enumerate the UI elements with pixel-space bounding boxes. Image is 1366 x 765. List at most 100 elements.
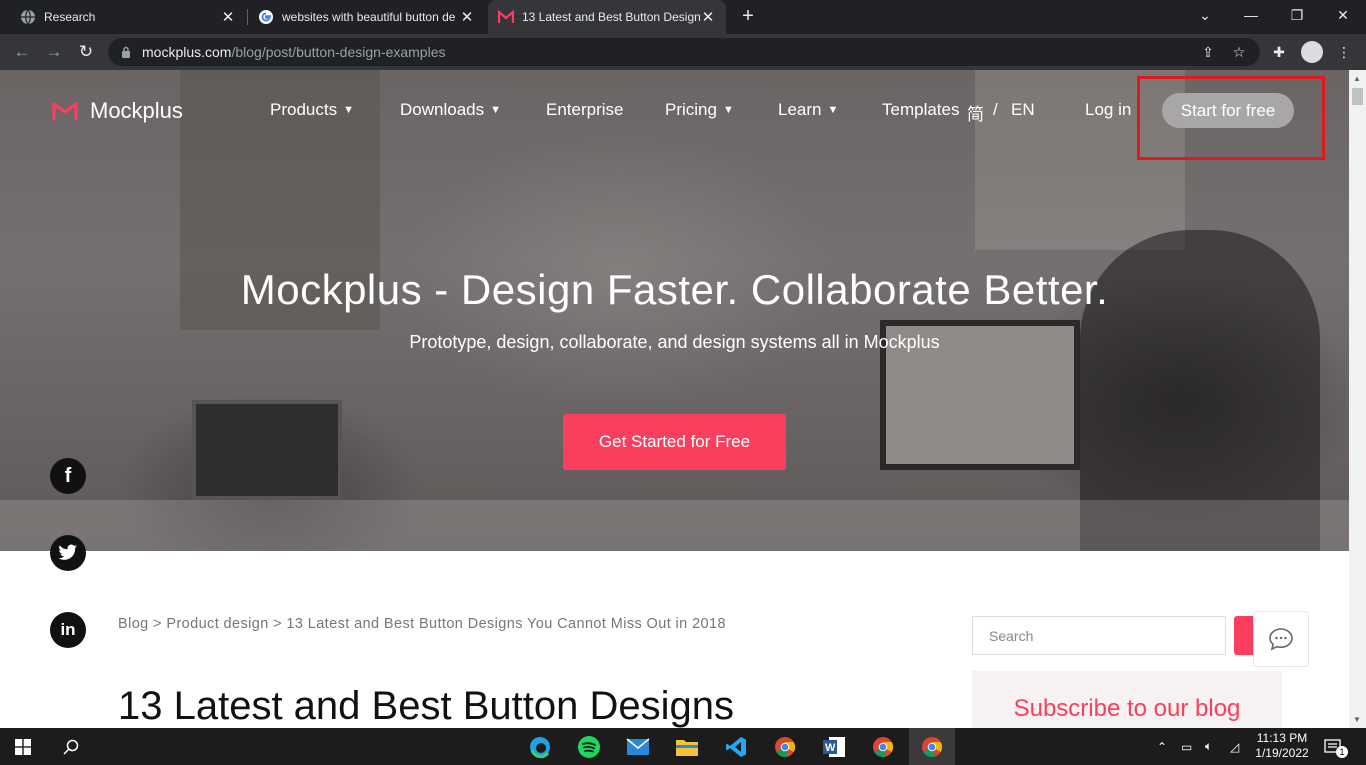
chat-bubble-icon	[1269, 628, 1293, 651]
chevron-down-icon: ▼	[490, 104, 501, 116]
nav-downloads[interactable]: Downloads ▼	[400, 100, 501, 120]
nav-label: Enterprise	[546, 100, 624, 119]
clock-date: 1/19/2022	[1255, 746, 1309, 760]
laptop-decoration	[192, 400, 342, 500]
subscribe-title: Subscribe to our blog	[1013, 695, 1241, 722]
svg-text:W: W	[825, 742, 836, 754]
extensions-icon[interactable]: ✚	[1269, 42, 1289, 62]
word-icon[interactable]: W	[811, 728, 857, 765]
breadcrumb[interactable]: Blog > Product design > 13 Latest and Be…	[118, 616, 726, 632]
minimize-icon[interactable]: —	[1228, 0, 1274, 30]
window-close-icon[interactable]: ✕	[1320, 0, 1366, 30]
lang-en-label: EN	[1011, 100, 1035, 119]
url-host: mockplus.com	[142, 44, 232, 60]
browser-tab-strip: Research ✕ websites with beautiful butto…	[0, 0, 1366, 34]
page-viewport: Mockplus Products ▼ Downloads ▼ Enterprise…	[0, 70, 1349, 728]
address-bar[interactable]: mockplus.com/blog/post/button-design-exa…	[108, 38, 1260, 66]
nav-templates[interactable]: Templates	[882, 100, 959, 120]
tab-title: 13 Latest and Best Button Design	[522, 10, 700, 24]
notification-center-icon[interactable]: 1	[1324, 728, 1348, 765]
hero-title: Mockplus - Design Faster. Collaborate Be…	[240, 266, 1109, 313]
linkedin-icon[interactable]: in	[50, 612, 86, 648]
nav-enterprise[interactable]: Enterprise	[546, 100, 623, 120]
nav-pricing[interactable]: Pricing ▼	[665, 100, 734, 120]
tab-title: websites with beautiful button de	[282, 10, 456, 24]
mail-icon[interactable]	[615, 728, 661, 765]
restore-icon[interactable]: ❐	[1274, 0, 1320, 30]
google-icon	[258, 9, 274, 25]
lang-switch-cn[interactable]: 简	[967, 100, 984, 125]
search-icon[interactable]	[48, 728, 94, 765]
close-icon[interactable]: ✕	[220, 8, 236, 26]
subscribe-panel: Subscribe to our blog	[972, 671, 1282, 728]
vscode-icon[interactable]	[713, 728, 759, 765]
page-scrollbar[interactable]: ▲ ▼	[1349, 70, 1366, 728]
reload-icon[interactable]: ↻	[74, 40, 98, 64]
tab-google-search[interactable]: websites with beautiful button de ✕	[248, 0, 485, 34]
lang-sep-label: /	[993, 100, 998, 119]
spotify-icon[interactable]	[566, 728, 612, 765]
nav-products[interactable]: Products ▼	[270, 100, 354, 120]
forward-icon[interactable]: →	[42, 40, 66, 64]
profile-avatar[interactable]	[1301, 41, 1323, 63]
nav-label: Templates	[882, 100, 960, 119]
share-icon[interactable]: ⇪	[1198, 42, 1218, 62]
scroll-up-arrow-icon[interactable]: ▲	[1353, 74, 1361, 83]
chat-button[interactable]	[1253, 611, 1309, 667]
logo-text: Mockplus	[90, 98, 183, 123]
lock-icon	[122, 46, 130, 58]
new-tab-button[interactable]: +	[737, 5, 759, 29]
chevron-down-icon: ▼	[722, 104, 734, 116]
chrome-profile-a-icon[interactable]	[860, 728, 906, 765]
red-highlight-annotation	[1137, 76, 1325, 160]
login-link[interactable]: Log in	[1085, 100, 1131, 120]
windows-start-icon[interactable]	[0, 728, 46, 765]
article-title: 13 Latest and Best Button Designs	[118, 684, 734, 728]
menu-kebab-icon[interactable]: ⋮	[1334, 42, 1354, 62]
tab-research[interactable]: Research ✕	[0, 0, 246, 34]
mockplus-logo[interactable]: Mockplus	[52, 98, 183, 124]
hero-section: Mockplus Products ▼ Downloads ▼ Enterprise…	[0, 70, 1349, 551]
close-icon[interactable]: ✕	[459, 8, 475, 26]
scroll-thumb[interactable]	[1352, 88, 1363, 105]
hidden-icons-chevron-icon[interactable]: ⌃	[1157, 728, 1167, 765]
nav-label: Downloads	[400, 100, 485, 119]
battery-icon[interactable]: ▭	[1181, 728, 1192, 765]
nav-learn[interactable]: Learn ▼	[778, 100, 838, 120]
nav-label: Learn	[778, 100, 822, 119]
twitter-icon[interactable]	[50, 535, 86, 571]
hero-subtitle: Prototype, design, collaborate, and desi…	[409, 332, 940, 352]
globe-icon	[20, 9, 36, 25]
nav-label: Pricing	[665, 100, 717, 119]
chevron-down-icon: ▼	[343, 104, 354, 116]
blog-search-input[interactable]	[972, 616, 1226, 655]
desk-decoration	[0, 500, 1349, 551]
lang-cn-label: 简	[967, 105, 984, 124]
lang-switch-en[interactable]: EN	[1011, 100, 1035, 120]
tab-title: Research	[44, 10, 96, 24]
scroll-down-arrow-icon[interactable]: ▼	[1353, 715, 1361, 724]
close-icon[interactable]: ✕	[700, 8, 716, 26]
mockplus-logo-icon	[52, 102, 78, 120]
twitter-bird-icon	[58, 544, 77, 560]
clock-time: 11:13 PM	[1256, 731, 1308, 745]
file-explorer-icon[interactable]	[664, 728, 710, 765]
bookmark-star-icon[interactable]: ☆	[1229, 42, 1249, 62]
lang-separator: /	[993, 100, 998, 120]
url-path: /blog/post/button-design-examples	[231, 44, 446, 60]
taskbar-clock[interactable]: 11:13 PM 1/19/2022	[1250, 731, 1314, 761]
login-label: Log in	[1085, 100, 1132, 119]
chrome-active-icon[interactable]	[909, 728, 955, 765]
tab-mockplus[interactable]: 13 Latest and Best Button Design ✕	[488, 0, 726, 34]
back-icon[interactable]: ←	[10, 40, 34, 64]
volume-icon[interactable]: 🔈︎	[1205, 728, 1212, 765]
facebook-icon[interactable]: f	[50, 458, 86, 494]
network-icon[interactable]: ◿	[1230, 728, 1239, 765]
tab-search-chevron-icon[interactable]: ⌄	[1182, 0, 1228, 30]
get-started-button[interactable]: Get Started for Free	[563, 414, 786, 470]
chrome-profile-icon[interactable]	[762, 728, 808, 765]
edge-icon[interactable]	[517, 728, 563, 765]
chevron-down-icon: ▼	[827, 104, 839, 116]
browser-toolbar: ← → ↻ mockplus.com/blog/post/button-desi…	[0, 34, 1366, 70]
mockplus-icon	[498, 9, 514, 25]
